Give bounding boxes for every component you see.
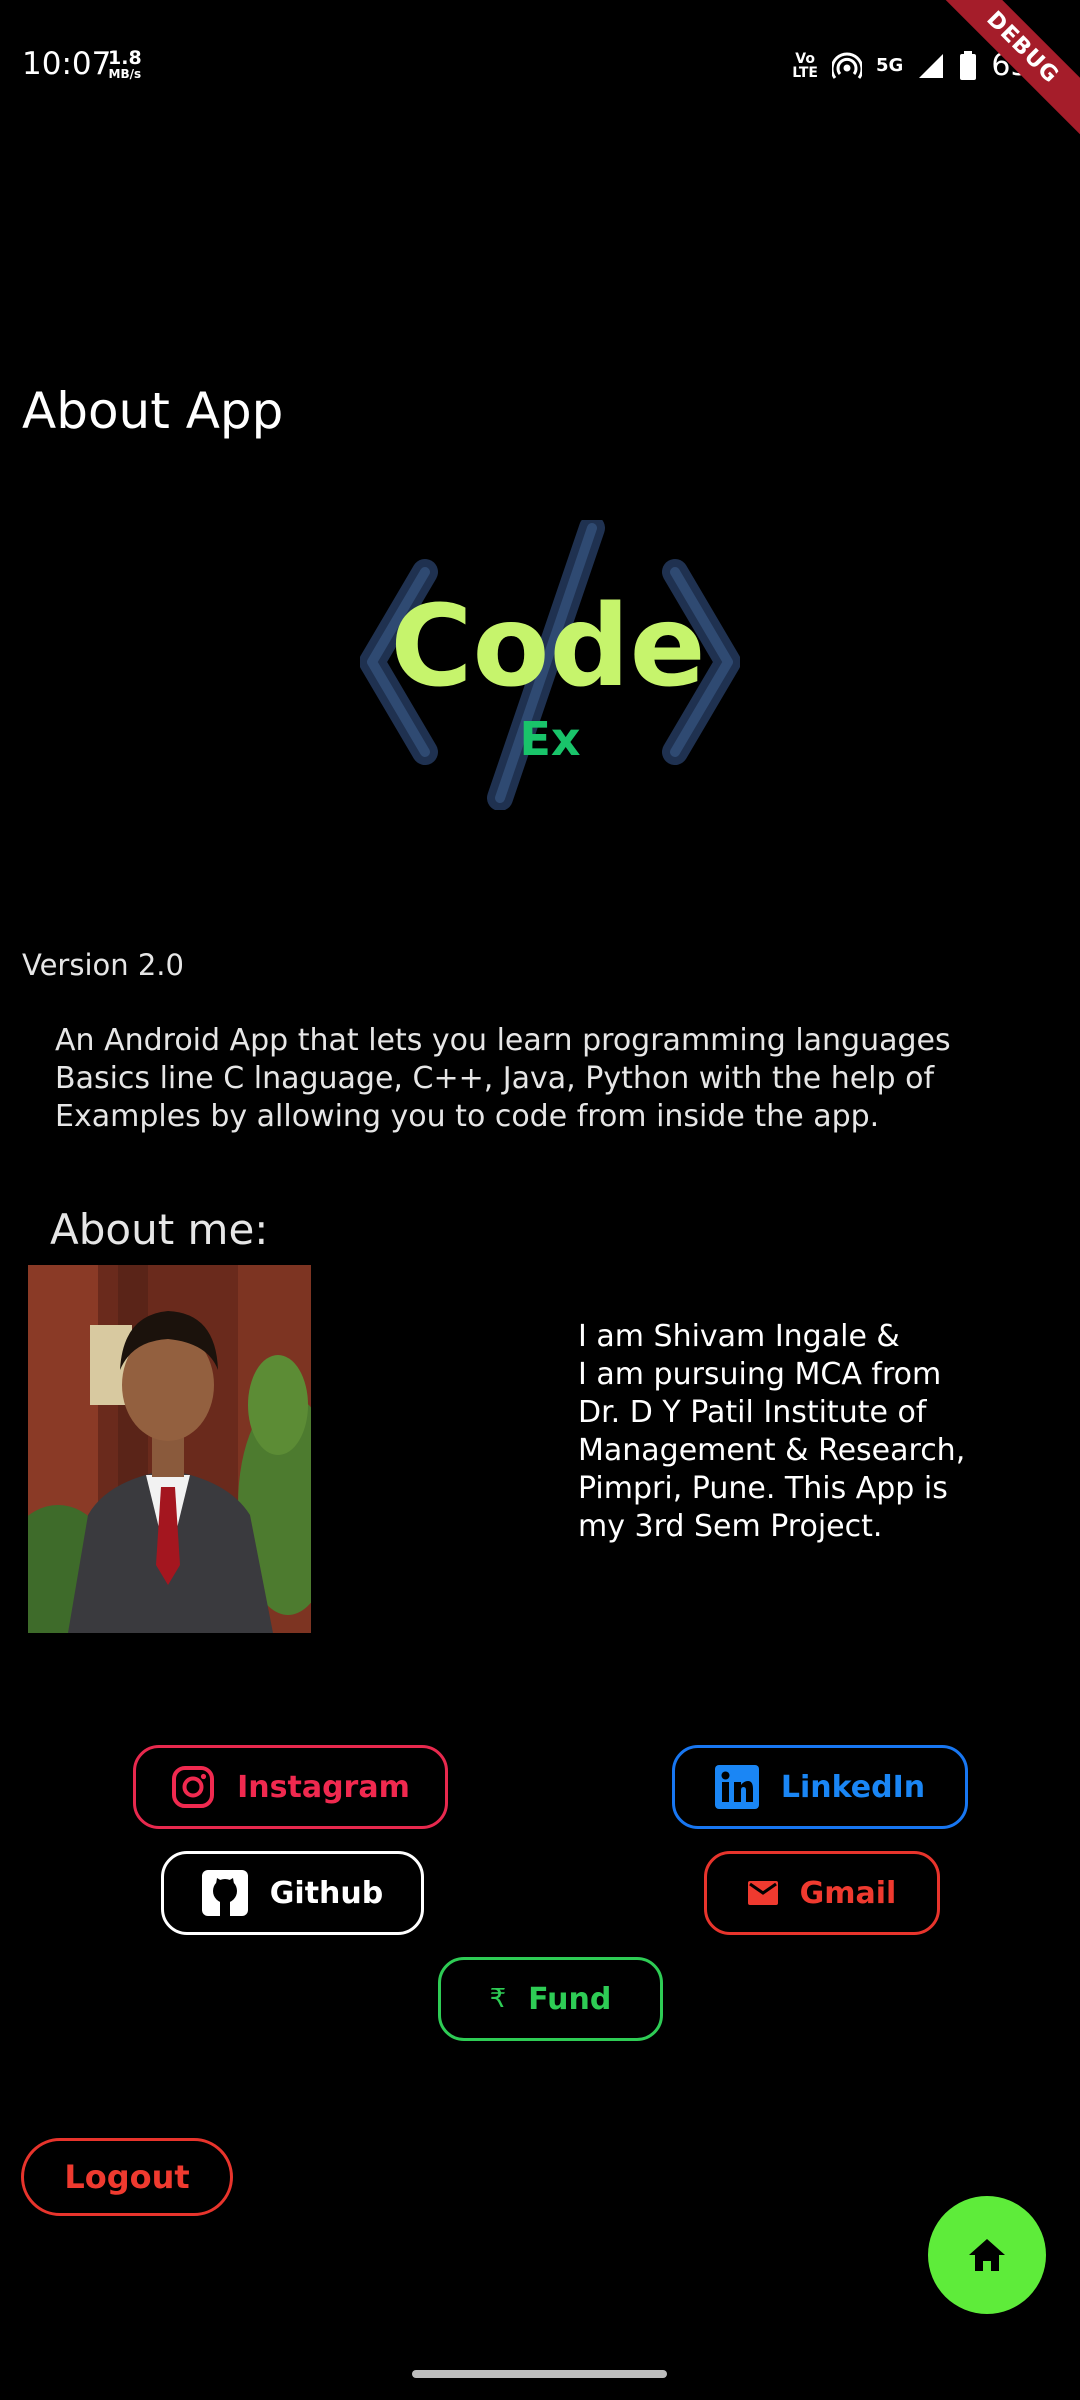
fund-button[interactable]: ₹ Fund [438,1957,663,2041]
signal-icon [919,53,944,78]
instagram-label: Instagram [237,1769,410,1805]
github-button[interactable]: Github [161,1851,424,1935]
gesture-bar[interactable] [412,2370,667,2378]
logout-button[interactable]: Logout [21,2138,233,2216]
github-icon [201,1870,248,1916]
linkedin-button[interactable]: LinkedIn [672,1745,968,1829]
status-time: 10:07 [22,46,112,82]
logout-label: Logout [64,2158,190,2196]
network-type: 5G [876,54,904,76]
logo-sub-text: Ex [519,712,580,766]
page-title: About App [22,382,284,440]
profile-photo [28,1265,311,1633]
network-speed: 1.8 MB/s [108,49,142,82]
home-fab-button[interactable] [928,2196,1046,2314]
hotspot-icon [832,52,862,79]
about-me-heading: About me: [50,1205,269,1254]
author-bio: I am Shivam Ingale & I am pursuing MCA f… [578,1319,966,1544]
fund-label: Fund [528,1981,612,2017]
linkedin-label: LinkedIn [780,1769,926,1805]
app-version: Version 2.0 [22,948,184,982]
app-logo: Code Ex [359,515,741,811]
app-description: An Android App that lets you learn progr… [55,1023,951,1134]
github-label: Github [269,1875,384,1911]
gmail-label: Gmail [799,1875,897,1911]
gmail-button[interactable]: Gmail [704,1851,940,1935]
linkedin-icon [714,1765,759,1809]
home-icon [969,2239,1005,2271]
instagram-button[interactable]: Instagram [133,1745,448,1829]
volte-icon: Vo LTE [792,50,818,81]
battery-icon [960,50,977,80]
mail-icon [747,1881,778,1905]
logo-main-text: Code [390,582,705,712]
network-speed-unit: MB/s [108,67,142,81]
rupee-icon: ₹ [489,1984,507,2014]
instagram-icon [172,1766,215,1808]
